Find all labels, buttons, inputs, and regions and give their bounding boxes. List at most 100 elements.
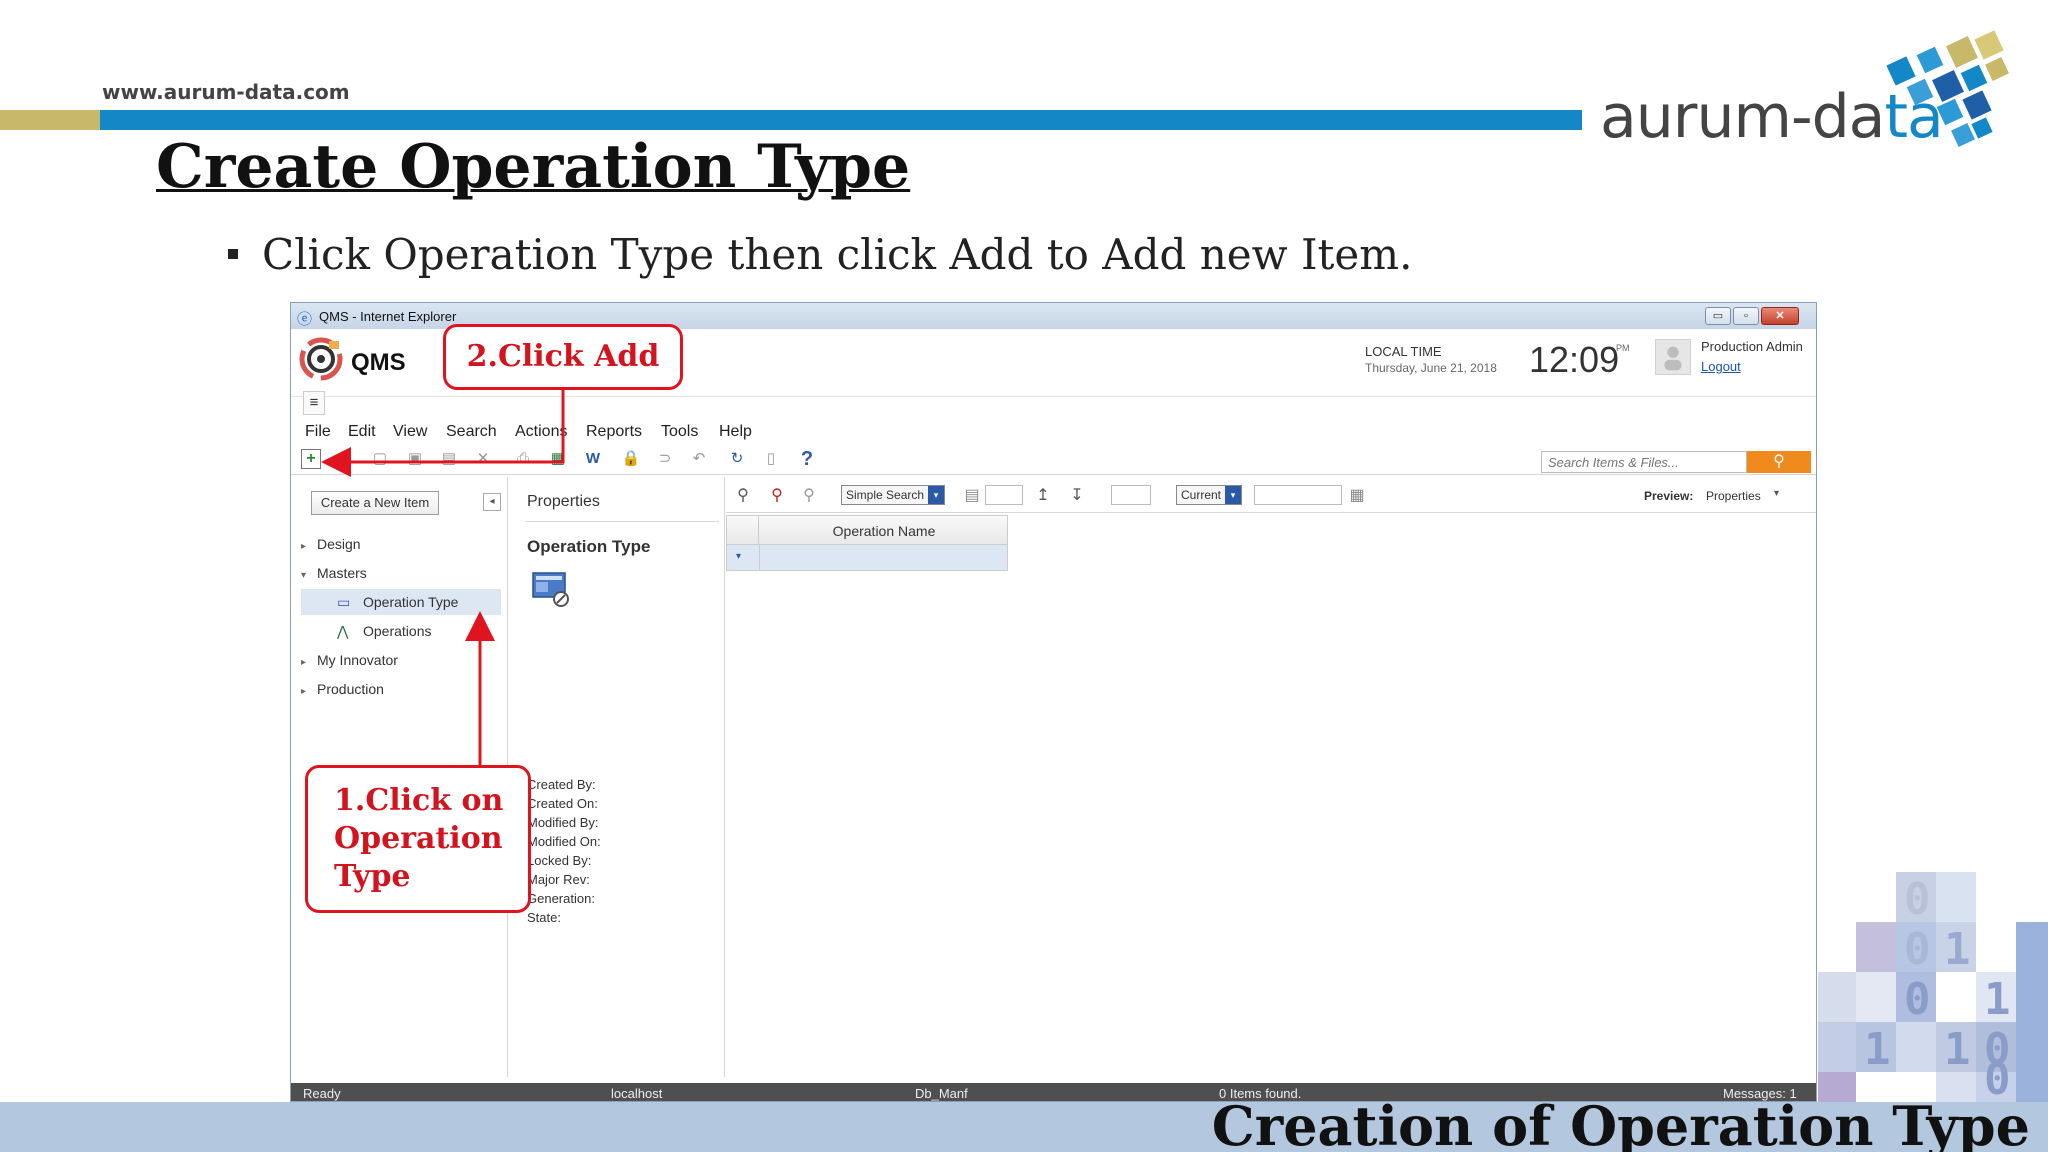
aurum-data-logo: aurum-data (1600, 30, 2020, 170)
excel-icon[interactable]: ▦ (548, 449, 568, 469)
status-server: localhost (611, 1086, 663, 1101)
site-url: www.aurum-data.com (102, 80, 350, 104)
annotation-click-add: 2.Click Add (443, 324, 683, 390)
binary-digit: 1 (1864, 1024, 1891, 1075)
refresh-icon[interactable]: ↻ (727, 449, 747, 469)
annotation-click-operation-type: 1.Click on Operation Type (305, 765, 531, 913)
menu-tools[interactable]: Tools (661, 423, 698, 441)
save-icon[interactable]: ▣ (405, 449, 425, 469)
help-icon[interactable]: ? (797, 449, 817, 469)
local-date: Thursday, June 21, 2018 (1365, 361, 1497, 375)
user-avatar-icon[interactable] (1655, 339, 1691, 375)
filter-caret-icon[interactable]: ▾ (736, 551, 741, 562)
undo-icon[interactable]: ↶ (689, 449, 709, 469)
close-button[interactable]: ✕ (1761, 307, 1799, 325)
binary-digit: 1 (1944, 1024, 1971, 1075)
column-header-operation-name[interactable]: Operation Name (759, 523, 1009, 539)
header-bar (100, 110, 1582, 130)
logo-mark-icon (1886, 30, 2009, 147)
view-icon[interactable]: ▢ (370, 449, 390, 469)
run-search-icon[interactable]: ⚲ (732, 485, 754, 505)
binary-decoration: 0 0 1 0 1 0 1 1 0 (1818, 872, 2048, 1102)
hamburger-menu-icon[interactable]: ≡ (303, 391, 325, 415)
menu-reports[interactable]: Reports (586, 423, 642, 441)
menu-edit[interactable]: Edit (348, 423, 376, 441)
delete-icon[interactable]: ✕ (473, 449, 493, 469)
binary-digit: 1 (1984, 974, 2011, 1025)
create-new-item-button[interactable]: Create a New Item (311, 491, 439, 515)
binary-digit: 0 (1904, 974, 1931, 1025)
sort-ascending-icon[interactable]: ↥ (1032, 485, 1054, 505)
logout-link[interactable]: Logout (1701, 359, 1741, 374)
instruction-text: Click Operation Type then click Add to A… (262, 230, 1413, 279)
chevron-down-icon[interactable]: ▾ (1774, 488, 1779, 499)
properties-pane: Properties Operation Type Created By: Cr… (509, 477, 725, 1077)
properties-header: Properties (527, 493, 600, 510)
prop-locked-by: Locked By: (527, 853, 592, 868)
maximize-button[interactable]: ▫ (1733, 307, 1759, 325)
status-items-found: 0 Items found. (1219, 1086, 1302, 1101)
binary-digit: 1 (1944, 924, 1971, 975)
nav-item-design[interactable]: ▸ Design (301, 531, 501, 557)
menu-file[interactable]: File (305, 423, 331, 441)
menu-search[interactable]: Search (446, 423, 497, 441)
collapse-pane-icon[interactable]: ◂ (483, 493, 501, 511)
bullet-square-icon (228, 249, 238, 259)
edit-icon[interactable]: ✎ (335, 449, 355, 469)
nav-item-operation-type[interactable]: ▭ Operation Type (301, 589, 501, 615)
sort-descending-icon[interactable]: ↧ (1066, 485, 1088, 505)
operation-type-large-icon (532, 572, 569, 607)
internet-explorer-icon: ⓔ (297, 311, 313, 328)
page-size-input[interactable] (985, 485, 1023, 505)
expand-caret-icon[interactable]: ▸ (301, 534, 317, 560)
clock-ampm: PM (1616, 343, 1630, 353)
calendar-icon[interactable]: ▦ (1346, 485, 1368, 505)
properties-item-type: Operation Type (527, 537, 651, 556)
saved-search-icon[interactable]: ⚲ (798, 485, 820, 505)
slide-title: Create Operation Type (156, 132, 911, 202)
search-items-input[interactable] (1541, 451, 1747, 473)
minimize-button[interactable]: ▭ (1705, 307, 1731, 325)
search-button[interactable]: ⚲ (1747, 451, 1811, 473)
dropdown-arrow-icon: ▾ (928, 486, 944, 504)
main-toolbar: + ✎ ▢ ▣ ▤ ✕ ⎙ ▦ W 🔒 ⊃ ↶ ↻ ▯ ? ⚲ (291, 443, 1816, 475)
prop-major-rev: Major Rev: (527, 872, 590, 887)
browser-window: ⓔ QMS - Internet Explorer ▭ ▫ ✕ QMS LOCA… (290, 302, 1817, 1102)
print-icon[interactable]: ⎙ (513, 449, 533, 469)
nav-item-operations[interactable]: ⋀ Operations (301, 618, 501, 644)
filter-divider (759, 545, 760, 570)
nav-item-production[interactable]: ▸ Production (301, 676, 501, 702)
revision-select[interactable]: Current ▾ (1176, 485, 1242, 505)
nav-item-masters[interactable]: ▾ Masters (301, 560, 501, 586)
prop-modified-by: Modified By: (527, 815, 599, 830)
prop-created-on: Created On: (527, 796, 598, 811)
preview-label: Preview: (1644, 489, 1694, 503)
search-grid-pane: ⚲ ⚲ ⚲ Simple Search ▾ ▤ ↥ ↧ Current ▾ ▦ Pr… (726, 477, 1816, 1077)
date-filter-input[interactable] (1254, 485, 1342, 505)
max-results-input[interactable] (1111, 485, 1151, 505)
dropdown-arrow-icon: ▾ (1225, 486, 1241, 504)
collapse-caret-icon[interactable]: ▾ (301, 563, 317, 589)
menu-actions[interactable]: Actions (515, 423, 567, 441)
lock-icon[interactable]: 🔒 (621, 449, 641, 469)
discard-icon[interactable]: ▯ (761, 449, 781, 469)
menu-help[interactable]: Help (719, 423, 752, 441)
grid-filter-row[interactable]: ▾ (726, 545, 1008, 571)
prop-modified-on: Modified On: (527, 834, 601, 849)
select-columns-icon[interactable]: ▤ (961, 485, 983, 505)
unlock-icon[interactable]: ⊃ (655, 449, 675, 469)
search-mode-select[interactable]: Simple Search ▾ (841, 485, 945, 505)
save-as-icon[interactable]: ▤ (439, 449, 459, 469)
expand-caret-icon[interactable]: ▸ (301, 650, 317, 676)
window-title: QMS - Internet Explorer (319, 309, 457, 324)
expand-caret-icon[interactable]: ▸ (301, 679, 317, 705)
grid-row-gutter (727, 516, 759, 544)
word-icon[interactable]: W (583, 449, 603, 469)
app-name: QMS (351, 349, 406, 376)
nav-item-my-innovator[interactable]: ▸ My Innovator (301, 647, 501, 673)
clear-search-icon[interactable]: ⚲ (766, 485, 788, 505)
add-icon[interactable]: + (301, 449, 321, 469)
footer-title: Creation of Operation Type (1211, 1094, 2030, 1152)
menu-view[interactable]: View (393, 423, 427, 441)
preview-select[interactable]: Properties (1706, 489, 1761, 503)
